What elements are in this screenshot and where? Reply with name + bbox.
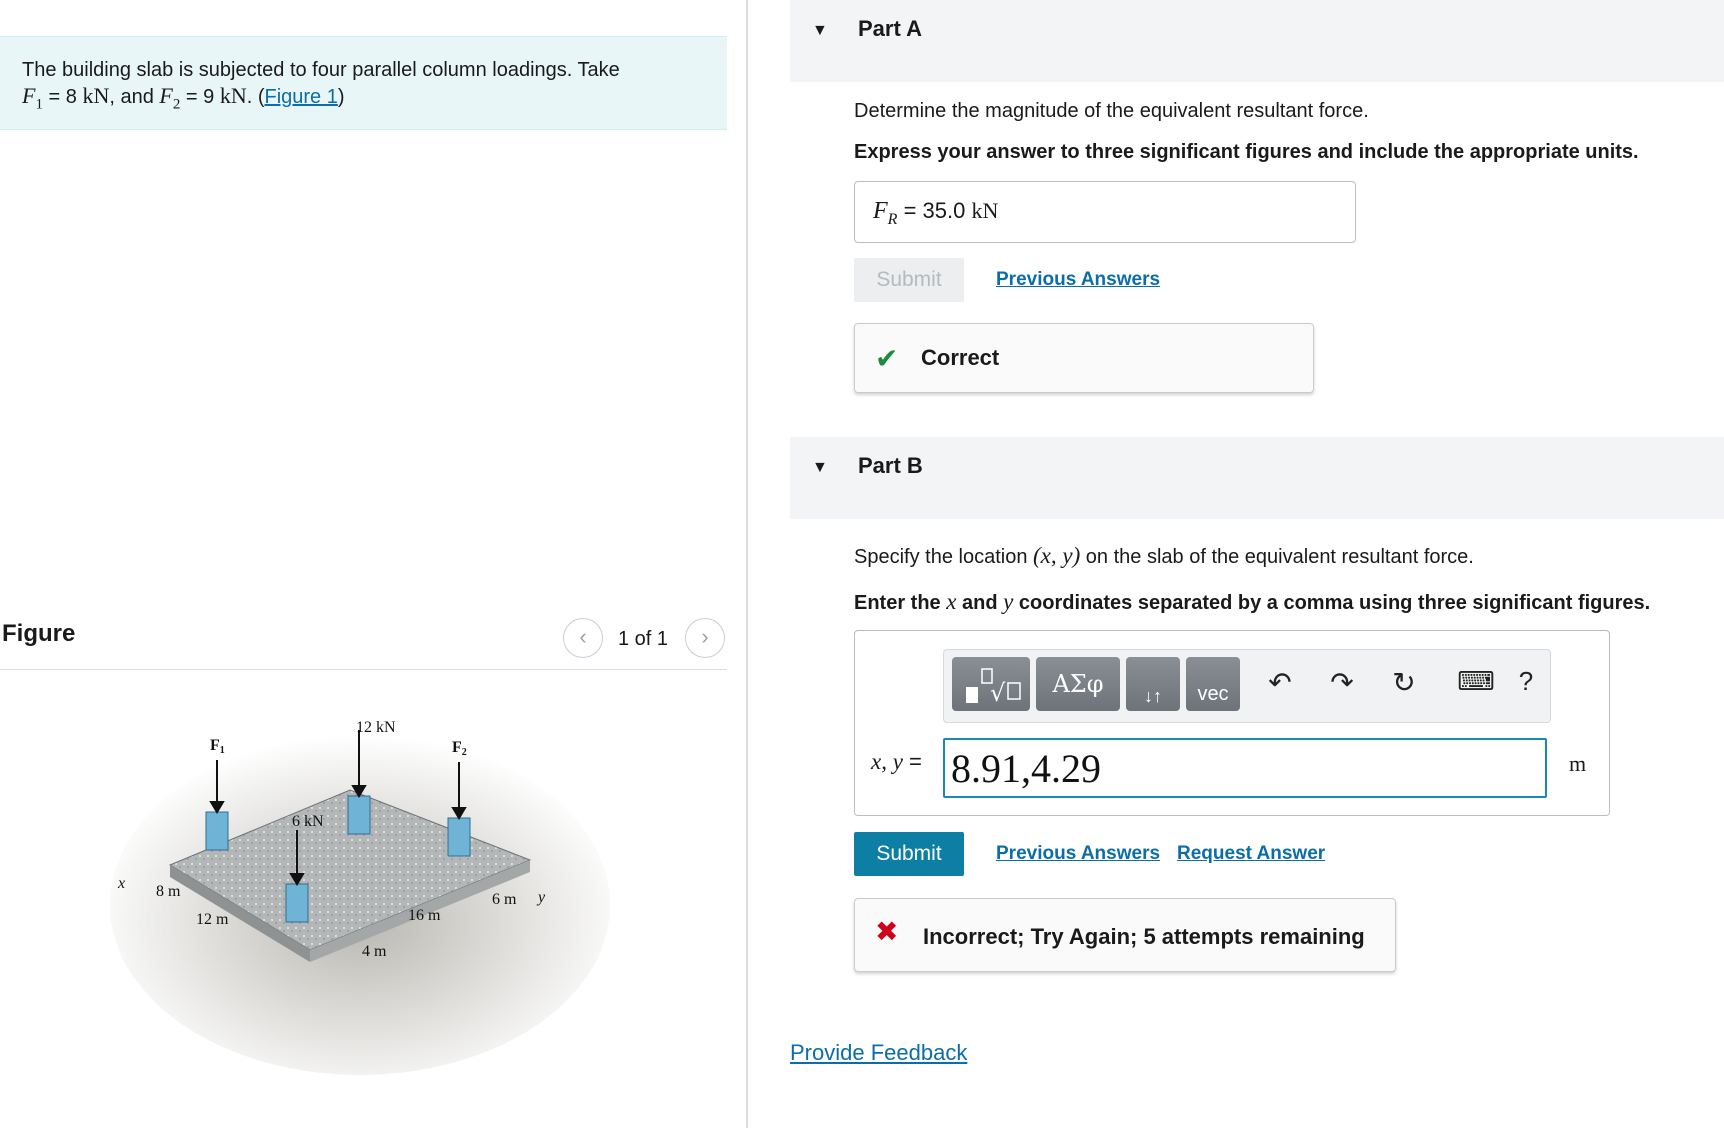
- slab-figure: z F1 F2 12 kN 6 kN x y 8 m 12 m 16 m 6 m…: [110, 719, 610, 1075]
- close-paren: ): [337, 86, 345, 108]
- part-a-title: Part A: [858, 16, 922, 41]
- fr-label: FR: [873, 198, 898, 228]
- x-mark-icon: ✖: [875, 916, 899, 947]
- f1-symbol: F1: [22, 83, 43, 113]
- and-text: , and: [109, 86, 154, 108]
- part-b-previous-answers-link[interactable]: Previous Answers: [996, 843, 1160, 865]
- svg-text:√: √: [990, 679, 1006, 707]
- dim-8m-label: 8 m: [156, 883, 181, 900]
- figure-header: Figure ‹ 1 of 1 ›: [0, 612, 727, 670]
- load-6kn-label: 6 kN: [292, 813, 324, 830]
- part-b-answer-box: √ ΑΣφ ↓↑ vec ↶ ↷ ↻ ⌨ ? x, y = 8.91,4.29 …: [854, 630, 1610, 816]
- f2-value: = 9: [185, 86, 215, 108]
- help-button[interactable]: ?: [1506, 666, 1546, 697]
- column-6kn: [285, 883, 309, 923]
- part-a-previous-answers-link[interactable]: Previous Answers: [996, 269, 1160, 291]
- part-a-prompt: Determine the magnitude of the equivalen…: [854, 100, 1369, 122]
- dim-6m-label: 6 m: [492, 891, 517, 908]
- part-b-submit-button[interactable]: Submit: [854, 832, 964, 876]
- column-12kn: [347, 795, 371, 835]
- f2-label: F2: [452, 739, 467, 758]
- templates-button[interactable]: √: [952, 657, 1030, 711]
- templates-icon: √: [966, 668, 1021, 707]
- request-answer-link[interactable]: Request Answer: [1177, 843, 1325, 865]
- xy-answer-input[interactable]: 8.91,4.29: [943, 738, 1547, 798]
- x-axis-label: x: [117, 875, 125, 892]
- part-b-title: Part B: [858, 453, 923, 478]
- f2-unit: kN: [219, 83, 247, 108]
- equals-sign: =: [897, 198, 923, 223]
- dim-16m-label: 16 m: [408, 907, 441, 924]
- math-toolbar: √ ΑΣφ ↓↑ vec ↶ ↷ ↻ ⌨ ?: [943, 649, 1551, 723]
- arrows-button[interactable]: ↓↑: [1126, 657, 1180, 711]
- collapse-triangle-icon[interactable]: ▼: [812, 459, 828, 477]
- part-a-answer-unit: kN: [971, 198, 999, 223]
- part-b-prompt: Specify the location (x, y) on the slab …: [854, 543, 1474, 568]
- vector-button[interactable]: vec: [1186, 657, 1240, 711]
- collapse-triangle-icon[interactable]: ▼: [812, 22, 828, 40]
- checkmark-icon: ✔: [875, 343, 899, 374]
- panel-divider: [746, 0, 748, 1128]
- reset-icon[interactable]: ↻: [1384, 666, 1424, 699]
- left-panel: The building slab is subjected to four p…: [0, 0, 746, 1128]
- dim-12m-label: 12 m: [196, 911, 229, 928]
- next-figure-button[interactable]: ›: [685, 618, 725, 658]
- part-a-answer-box: FR = 35.0 kN: [854, 181, 1356, 243]
- unit-label: m: [1569, 751, 1587, 776]
- part-b-feedback: ✖ Incorrect; Try Again; 5 attempts remai…: [854, 898, 1396, 972]
- y-axis-label: y: [536, 889, 546, 906]
- part-b-feedback-text: Incorrect; Try Again; 5 attempts remaini…: [923, 924, 1365, 949]
- part-a-instruction: Express your answer to three significant…: [854, 141, 1639, 163]
- part-a-submit-button: Submit: [854, 258, 964, 302]
- f1-label: F1: [210, 737, 225, 756]
- xy-label: x, y =: [871, 749, 922, 774]
- keyboard-icon[interactable]: ⌨: [1446, 666, 1506, 697]
- figure-heading: Figure: [2, 620, 76, 647]
- problem-text: The building slab is subjected to four p…: [22, 59, 620, 81]
- undo-icon[interactable]: ↶: [1260, 666, 1300, 699]
- provide-feedback-link[interactable]: Provide Feedback: [790, 1040, 967, 1066]
- part-b-instruction: Enter the x and y coordinates separated …: [854, 589, 1651, 614]
- chevron-right-icon: ›: [701, 624, 709, 649]
- redo-icon[interactable]: ↷: [1322, 666, 1362, 699]
- column-f2: [447, 817, 471, 857]
- period-text: . (: [246, 86, 265, 108]
- part-a-answer-value: 35.0: [922, 198, 966, 223]
- greek-symbols-button[interactable]: ΑΣφ: [1036, 657, 1120, 711]
- dim-4m-label: 4 m: [362, 943, 387, 960]
- right-panel: ▼ Part A Determine the magnitude of the …: [790, 0, 1724, 1128]
- part-a-header[interactable]: ▼ Part A: [790, 0, 1724, 82]
- problem-statement: The building slab is subjected to four p…: [0, 36, 727, 130]
- figure-link[interactable]: Figure 1: [264, 86, 337, 108]
- f2-symbol: F2: [159, 83, 181, 113]
- prev-figure-button[interactable]: ‹: [563, 618, 603, 658]
- load-12kn-label: 12 kN: [356, 719, 396, 736]
- column-f1: [205, 811, 229, 851]
- part-a-feedback-text: Correct: [921, 345, 1000, 370]
- part-b-header[interactable]: ▼ Part B: [790, 437, 1724, 519]
- part-a-feedback: ✔ Correct: [854, 323, 1314, 393]
- figure-pager-text: 1 of 1: [618, 628, 669, 650]
- f1-unit: kN: [82, 83, 110, 108]
- f1-value: = 8: [48, 86, 77, 108]
- chevron-left-icon: ‹: [579, 624, 587, 649]
